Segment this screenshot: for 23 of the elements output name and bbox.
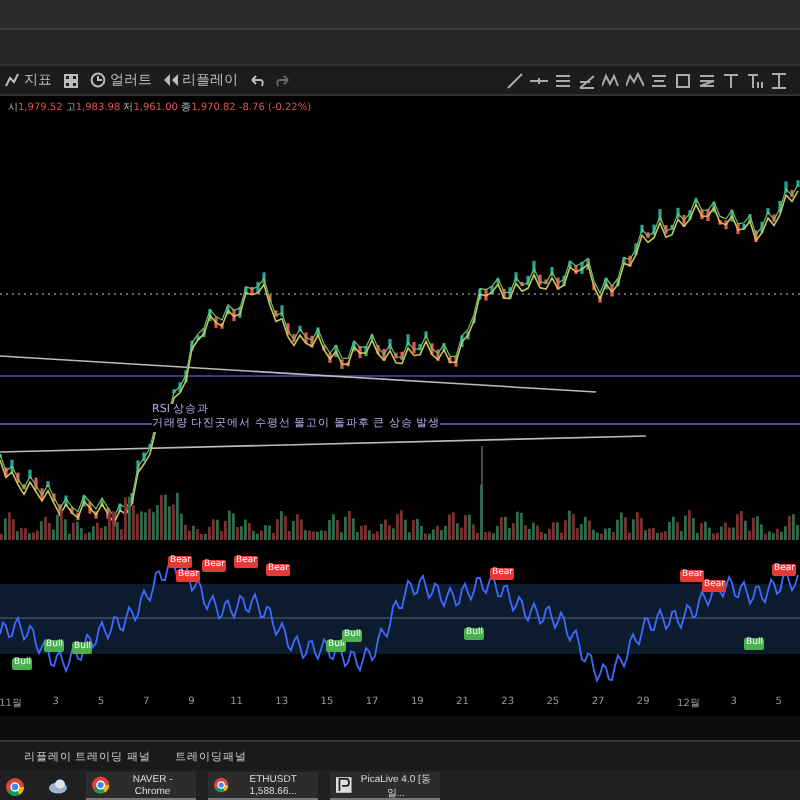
undo-icon[interactable] [250, 74, 264, 86]
chrome-icon [214, 776, 229, 794]
projection-tool-icon[interactable] [650, 71, 668, 89]
channel-tool-icon[interactable] [554, 71, 572, 89]
chrome-icon [92, 776, 110, 794]
redo-icon[interactable] [276, 74, 290, 86]
grid-icon[interactable] [64, 73, 78, 87]
range-tool-icon[interactable] [770, 71, 788, 89]
text-tool-icon[interactable] [722, 71, 740, 89]
app-icon [336, 776, 352, 794]
fib-tool-icon[interactable] [578, 71, 596, 89]
elliott-tool-icon[interactable] [626, 71, 644, 89]
note-tool-icon[interactable] [746, 71, 764, 89]
rewind-icon [164, 74, 178, 86]
cloud-icon [48, 778, 68, 794]
chart-icon [4, 72, 20, 88]
taskbar-icon[interactable] [0, 772, 30, 800]
line-tool-icon[interactable] [506, 71, 524, 89]
clock-icon [90, 72, 106, 88]
brush-tool-icon[interactable] [698, 71, 716, 89]
pattern-tool-icon[interactable] [602, 71, 620, 89]
chrome-icon [6, 777, 24, 795]
rectangle-tool-icon[interactable] [674, 71, 692, 89]
